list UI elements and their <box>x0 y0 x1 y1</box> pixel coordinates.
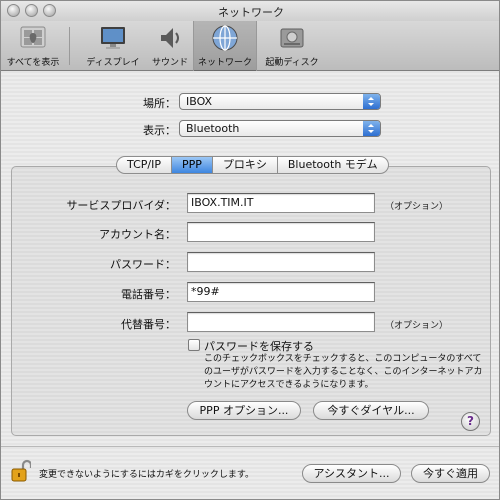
toolbar-startup-disk[interactable]: 起動ディスク <box>259 21 325 71</box>
display-icon <box>101 27 125 49</box>
account-name-label: アカウント名： <box>99 228 176 241</box>
service-provider-label: サービスプロバイダ： <box>66 199 176 212</box>
toolbar-display[interactable]: ディスプレイ <box>77 21 149 71</box>
location-label: 場所： <box>143 97 176 110</box>
tab-proxy[interactable]: プロキシ <box>212 156 278 174</box>
toolbar-label: ネットワーク <box>197 58 252 68</box>
lock-message: 変更できないようにするにはカギをクリックします。 <box>39 470 255 480</box>
preferences-toolbar: すべてを表示 ディスプレイ サウンド ネットワーク 起動ディスク <box>1 21 499 71</box>
ppp-options-button[interactable]: PPP オプション... <box>187 401 301 420</box>
password-label: パスワード： <box>110 258 176 271</box>
hard-disk-icon <box>280 28 304 48</box>
apple-logo-icon <box>20 26 46 48</box>
location-value: IBOX <box>186 95 213 108</box>
speaker-icon <box>161 28 179 48</box>
toolbar-label: サウンド <box>151 58 188 68</box>
save-password-help-text: このチェックボックスをチェックすると、このコンピュータのすべてのユーザがパスワー… <box>204 354 483 390</box>
save-password-checkbox[interactable] <box>188 339 200 351</box>
toolbar-sound[interactable]: サウンド <box>149 21 191 71</box>
toolbar-label: 起動ディスク <box>265 58 319 68</box>
preferences-window: ネットワーク すべてを表示 ディスプレイ サウンド ネットワーク 起動ディスク … <box>0 0 500 500</box>
settings-tabs: TCP/IP PPP プロキシ Bluetooth モデム <box>116 156 389 174</box>
toolbar-separator <box>69 27 70 65</box>
toolbar-show-all[interactable]: すべてを表示 <box>1 21 65 71</box>
tab-tcpip[interactable]: TCP/IP <box>116 156 172 174</box>
save-password-label[interactable]: パスワードを保存する <box>204 338 314 354</box>
toolbar-label: すべてを表示 <box>6 58 60 68</box>
location-popup[interactable]: IBOX <box>179 93 381 110</box>
alt-number-field[interactable] <box>187 312 375 332</box>
tab-bluetooth-modem[interactable]: Bluetooth モデム <box>277 156 389 174</box>
title-bar: ネットワーク <box>1 1 499 21</box>
help-button[interactable]: ? <box>461 412 480 431</box>
apply-now-button[interactable]: 今すぐ適用 <box>411 464 490 483</box>
show-value: Bluetooth <box>186 122 240 135</box>
account-name-field[interactable] <box>187 222 375 242</box>
unlocked-padlock-icon <box>11 459 33 482</box>
phone-number-field[interactable]: *99# <box>187 282 375 302</box>
popup-arrows-icon <box>363 94 380 109</box>
toolbar-label: ディスプレイ <box>86 58 140 68</box>
dial-now-button[interactable]: 今すぐダイヤル... <box>313 401 429 420</box>
service-provider-field[interactable]: IBOX.TIM.IT <box>187 193 375 213</box>
window-title: ネットワーク <box>218 6 284 19</box>
popup-arrows-icon <box>363 121 380 136</box>
service-provider-optional: （オプション） <box>385 202 449 212</box>
assistant-button[interactable]: アシスタント... <box>302 464 401 483</box>
password-field[interactable] <box>187 252 375 272</box>
toolbar-network[interactable]: ネットワーク <box>193 21 257 71</box>
alt-number-label: 代替番号： <box>121 318 176 331</box>
network-globe-icon <box>212 25 238 51</box>
lock-button[interactable] <box>11 459 33 483</box>
phone-number-label: 電話番号： <box>121 288 176 301</box>
alt-number-optional: （オプション） <box>385 321 449 331</box>
footer-divider <box>1 446 499 447</box>
tab-ppp[interactable]: PPP <box>171 156 213 174</box>
show-popup[interactable]: Bluetooth <box>179 120 381 137</box>
show-label: 表示： <box>143 124 176 137</box>
